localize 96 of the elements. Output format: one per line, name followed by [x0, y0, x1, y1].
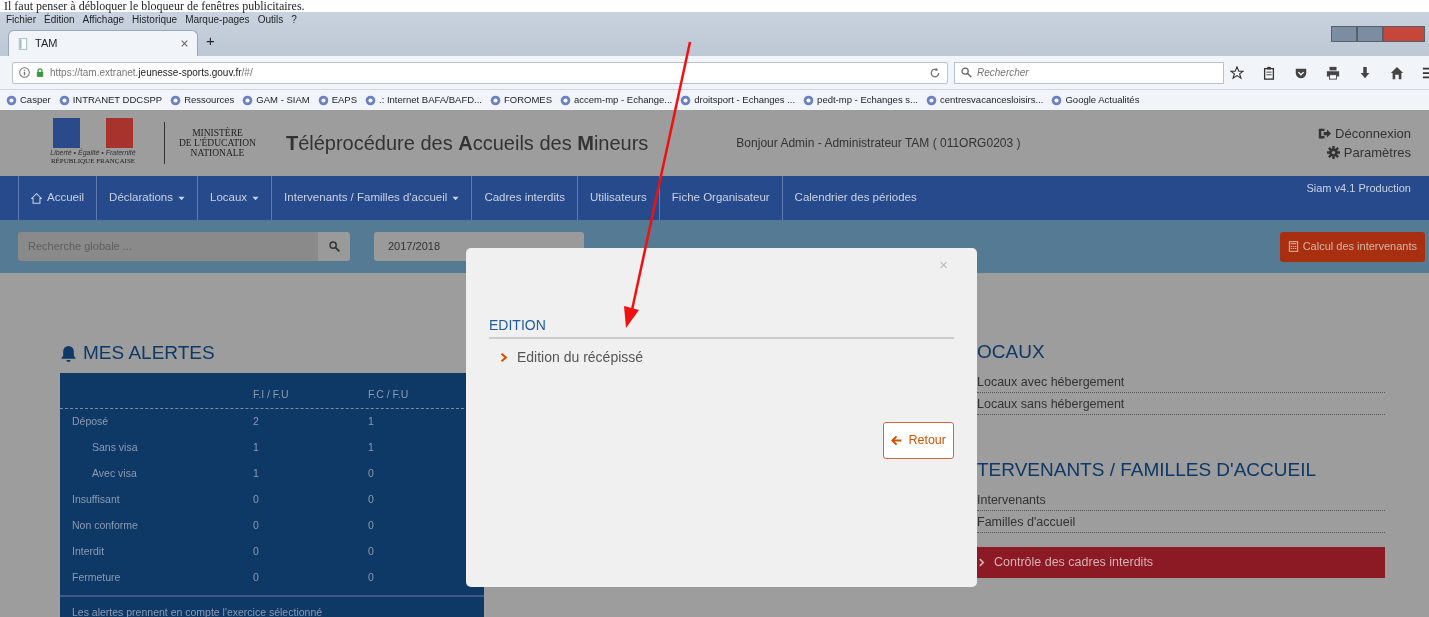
bookmark-icon [365, 94, 377, 106]
section-link[interactable]: Contrôle des cadres interdits [977, 547, 1385, 578]
menu-item[interactable]: Outils [257, 11, 284, 27]
home-icon[interactable] [1390, 65, 1404, 80]
bell-icon [60, 344, 77, 362]
bookmark-icon [560, 94, 572, 106]
column-header: F.C / F.U [368, 386, 410, 402]
chevron-icon [977, 558, 986, 567]
bookmark-item[interactable]: Google Actualités [1051, 92, 1140, 108]
tab-title: TAM [35, 36, 59, 52]
search-icon [961, 66, 972, 78]
bookmark-item[interactable]: centresvacancesloisirs... [925, 92, 1044, 108]
home-icon [31, 192, 42, 204]
table-cell-text: 0 [368, 492, 375, 508]
modal-section-title: EDITION [489, 315, 954, 339]
browser-tab[interactable]: TAM [8, 30, 198, 56]
table-cell-text: 0 [368, 466, 375, 482]
bookmark-icon [1051, 94, 1063, 106]
table-cell-text: 1 [368, 440, 375, 456]
bookmark-icon [317, 94, 329, 106]
user-link[interactable]: Paramètres [1326, 143, 1411, 163]
new-tab-button[interactable]: + [206, 29, 215, 56]
logout-icon [1318, 126, 1332, 140]
url-text: https://tam.extranet.jeunesse-sports.gouv.fr/#/ [50, 66, 254, 80]
search-icon[interactable] [328, 241, 340, 252]
table-cell-text: 0 [368, 544, 375, 560]
bookmark-item[interactable]: Ressources [170, 92, 235, 108]
row-label: Insuffisant [71, 492, 121, 508]
app-title: Téléprocédure des Accueils des Mineurs [285, 131, 649, 156]
greeting-text: Bonjour Admin - Administrateur TAM ( 011ORG0203 ) [736, 135, 1021, 152]
menu-item[interactable]: Édition [44, 11, 75, 27]
star-icon[interactable] [1230, 65, 1244, 80]
row-label: Non conforme [71, 518, 139, 534]
section-link[interactable]: Locaux avec hébergement [977, 371, 1385, 393]
arrow-left-icon [891, 434, 903, 446]
back-button[interactable]: Retour [883, 422, 954, 459]
bookmark-item[interactable]: INTRANET DDCSPP [58, 92, 163, 108]
bookmark-item[interactable]: Casper [6, 92, 51, 108]
calculate-button[interactable]: Calcul des intervenants [1279, 231, 1425, 262]
bookmark-icon [490, 94, 501, 106]
gear-icon [1326, 146, 1340, 160]
table-cell-text: 1 [253, 440, 260, 456]
user-link[interactable]: Déconnexion [1318, 123, 1411, 143]
table-cell-text: 0 [368, 518, 375, 534]
printer-icon[interactable] [1326, 65, 1340, 80]
close-icon[interactable] [180, 39, 189, 48]
section-link[interactable]: Familles d'accueil [977, 511, 1385, 533]
table-cell-text: 1 [253, 466, 260, 482]
table-cell-text: 0 [253, 518, 260, 534]
bookmark-icon [680, 94, 692, 106]
menu-item[interactable]: Fichier [6, 11, 36, 27]
document-caption: Il faut penser à débloquer le bloqueur de fenêtres publicitaires. [3, 0, 306, 12]
table-cell-text: 0 [253, 544, 260, 560]
bookmark-item[interactable]: accem-mp - Echange... [560, 92, 673, 108]
bookmark-icon [925, 94, 937, 106]
lock-icon [35, 67, 45, 78]
clipboard-icon[interactable] [1262, 65, 1276, 80]
search-field[interactable]: Rechercher [954, 61, 1224, 84]
section-link[interactable]: Intervenants [977, 489, 1385, 511]
bookmark-icon [170, 94, 182, 106]
row-label: Sans visa [91, 440, 139, 456]
menu-item[interactable]: ? [291, 11, 297, 27]
refresh-icon[interactable] [929, 66, 941, 79]
bookmark-item[interactable]: GAM - SIAM [242, 92, 310, 108]
bookmark-icon [803, 94, 815, 106]
bookmark-item[interactable]: droitsport - Echanges ... [680, 92, 796, 108]
row-label: Interdit [71, 544, 106, 560]
section-heading: TERVENANTS / FAMILLES D'ACCUEIL [977, 459, 1318, 482]
bookmark-icon [242, 94, 254, 106]
table-cell-text: 0 [368, 570, 375, 586]
row-label: Fermeture [71, 570, 122, 586]
section-link[interactable]: Locaux sans hébergement [977, 393, 1385, 415]
table-cell-text: 0 [253, 570, 260, 586]
info-icon [19, 67, 30, 78]
address-bar[interactable]: https://tam.extranet.jeunesse-sports.gouv.fr/#/ [12, 61, 948, 84]
page-icon [17, 36, 29, 51]
row-label: Déposé [71, 414, 110, 430]
section-heading: MES ALERTES [83, 341, 215, 365]
modal-link[interactable]: Edition du récépissé [489, 339, 954, 376]
column-header: F.I / F.U [253, 386, 290, 402]
bookmark-item[interactable]: FOROMES [490, 92, 553, 108]
chevron-icon [499, 352, 509, 363]
calculator-icon [1287, 241, 1299, 252]
table-cell-text: 1 [368, 414, 375, 430]
bookmark-item[interactable]: .: Internet BAFA/BAFD... [365, 92, 482, 108]
section-heading: OCAUX [977, 341, 1046, 364]
bookmark-item[interactable]: pedt-mp - Echanges s... [803, 92, 918, 108]
bookmark-icon [6, 94, 17, 106]
version-label: Siam v4.1 Production [1306, 181, 1412, 196]
row-label: Avec visa [91, 466, 138, 482]
bookmark-item[interactable]: EAPS [317, 92, 358, 108]
download-icon[interactable] [1358, 65, 1372, 80]
ministry-name: MINISTÈRE DE L'ÉDUCATION NATIONALE [164, 122, 256, 164]
bookmark-icon [58, 94, 70, 106]
table-cell-text: 2 [253, 414, 260, 430]
table-cell-text: 0 [253, 492, 260, 508]
